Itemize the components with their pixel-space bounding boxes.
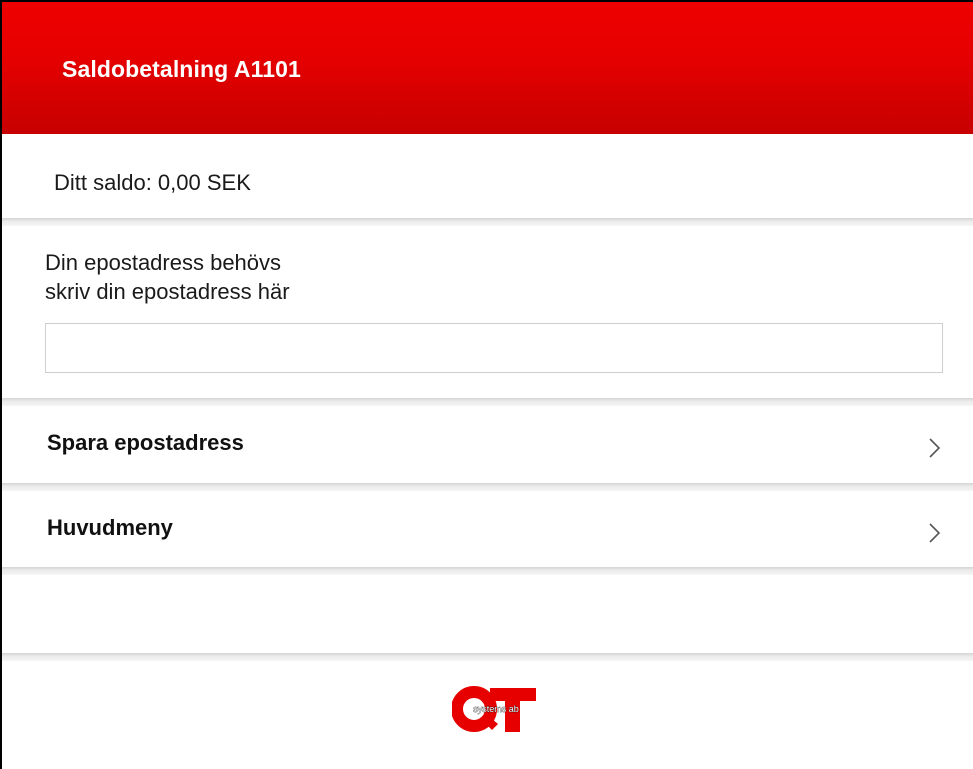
header-bar: Saldobetalning A1101 [2, 2, 973, 134]
email-label-line1: Din epostadress behövs [45, 250, 282, 275]
divider [2, 483, 973, 491]
divider [2, 398, 973, 406]
qt-systems-logo: systems ab [452, 686, 536, 732]
app-window: Saldobetalning A1101 Ditt saldo: 0,00 SE… [0, 0, 973, 769]
divider [2, 567, 973, 575]
divider [2, 653, 973, 661]
main-menu-label: Huvudmeny [47, 515, 173, 540]
main-menu-button[interactable]: Huvudmeny [2, 491, 973, 569]
balance-text: Ditt saldo: 0,00 SEK [54, 170, 251, 195]
email-label-line2: skriv din epostadress här [45, 279, 290, 304]
email-label: Din epostadress behövs skriv din epostad… [45, 248, 290, 306]
save-email-button[interactable]: Spara epostadress [2, 406, 973, 484]
chevron-right-icon [929, 523, 941, 543]
email-field[interactable] [45, 323, 943, 373]
chevron-right-icon [929, 438, 941, 458]
save-email-label: Spara epostadress [47, 430, 244, 455]
divider [2, 218, 973, 226]
page-title: Saldobetalning A1101 [62, 56, 301, 82]
svg-text:systems ab: systems ab [473, 704, 519, 714]
